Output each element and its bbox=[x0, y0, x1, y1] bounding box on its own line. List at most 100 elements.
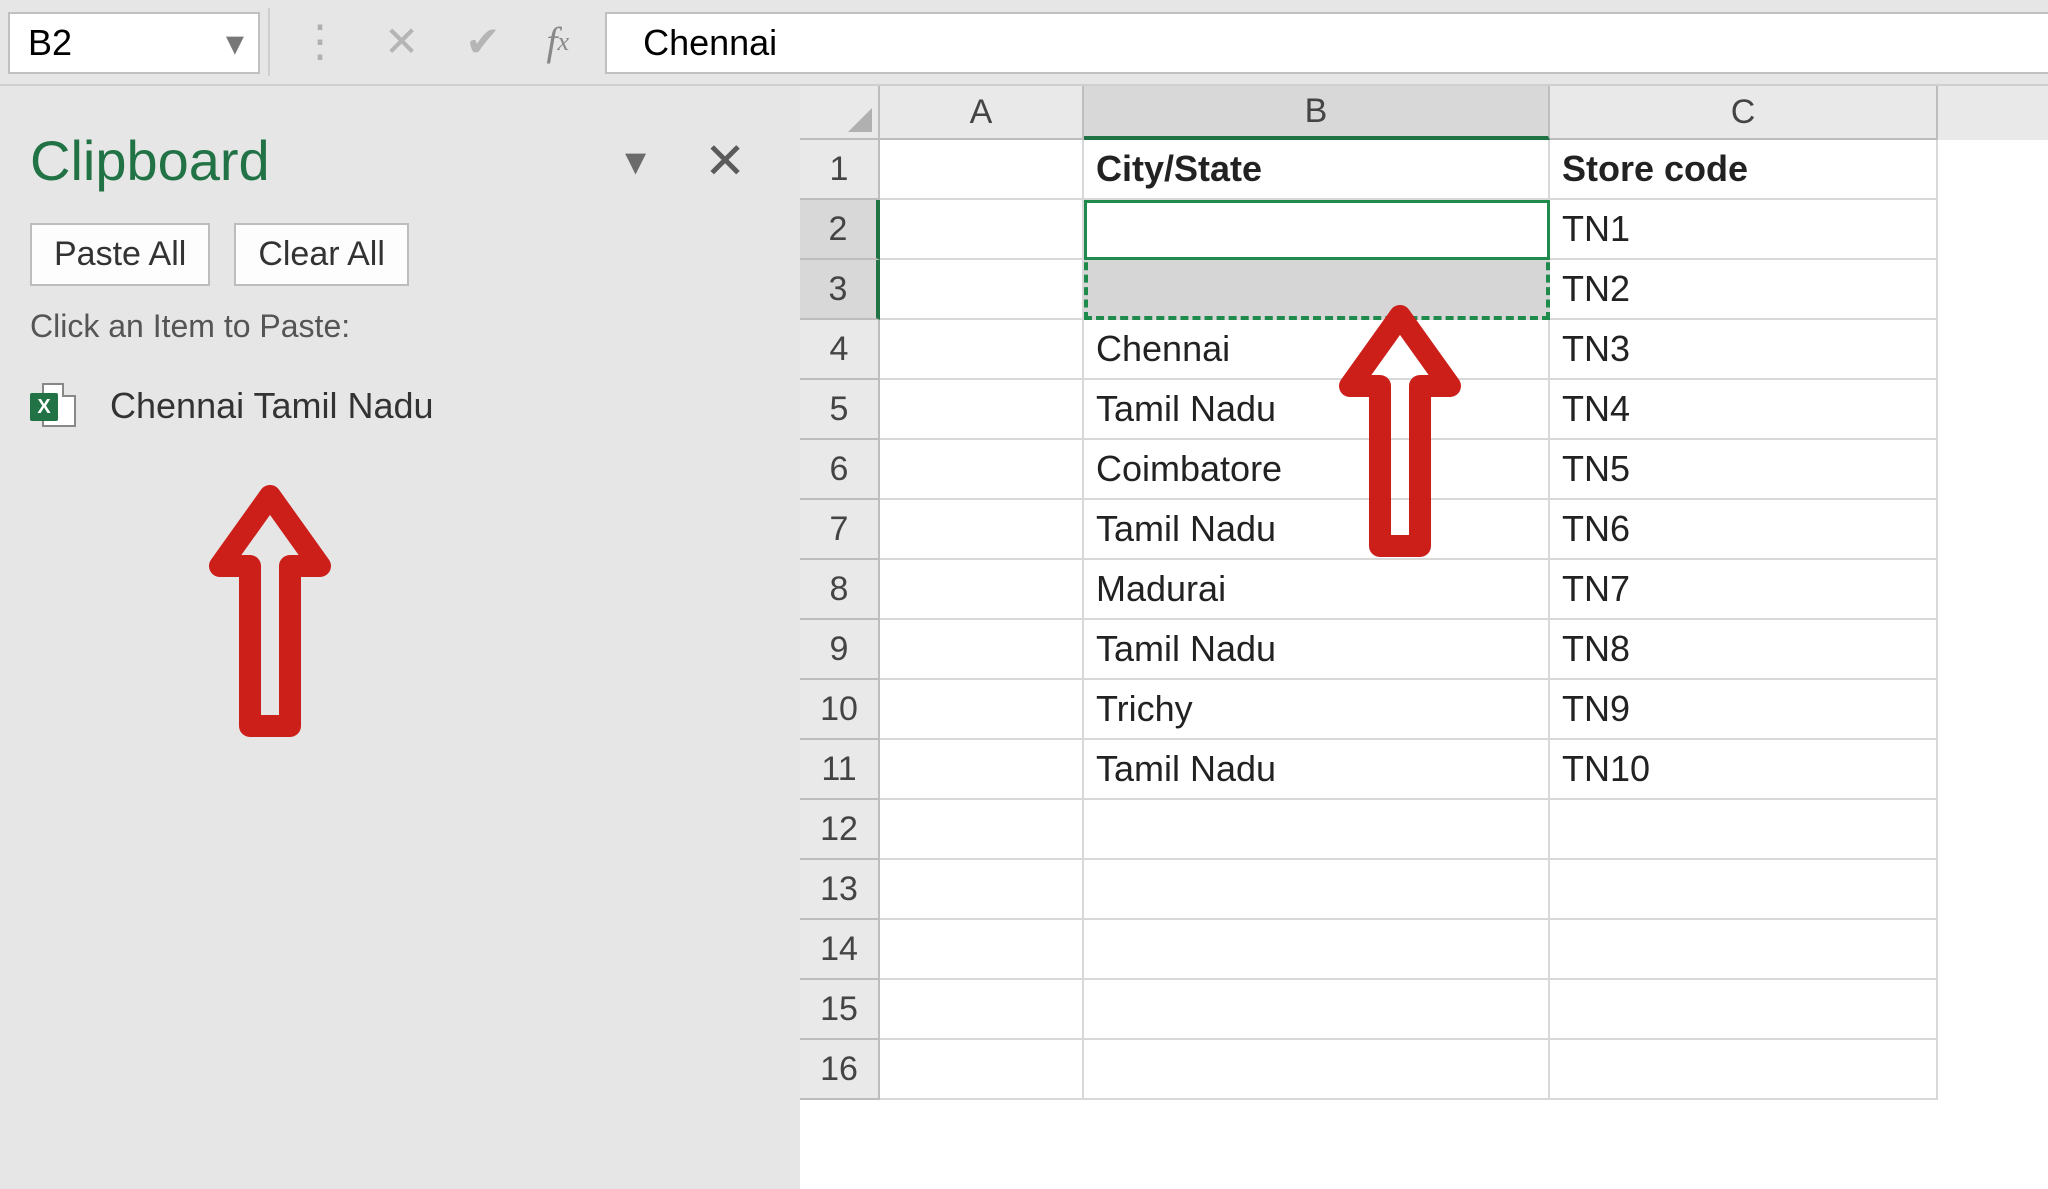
row-header[interactable]: 6 bbox=[800, 440, 880, 500]
cell-B3[interactable]: Tamil Nadu bbox=[1084, 260, 1550, 320]
cell-A12[interactable] bbox=[880, 800, 1084, 860]
cell-B4[interactable]: Chennai bbox=[1084, 320, 1550, 380]
cell-B9[interactable]: Tamil Nadu bbox=[1084, 620, 1550, 680]
cell-B7[interactable]: Tamil Nadu bbox=[1084, 500, 1550, 560]
clipboard-buttons: Paste All Clear All bbox=[30, 223, 770, 286]
row-header[interactable]: 8 bbox=[800, 560, 880, 620]
column-header-C[interactable]: C bbox=[1550, 86, 1938, 140]
grid-row: 14 bbox=[800, 920, 2048, 980]
row-header[interactable]: 13 bbox=[800, 860, 880, 920]
clipboard-item-text: Chennai Tamil Nadu bbox=[110, 385, 434, 427]
cell-A14[interactable] bbox=[880, 920, 1084, 980]
row-header[interactable]: 1 bbox=[800, 140, 880, 200]
cell-B2[interactable]: Chennai bbox=[1084, 200, 1550, 260]
more-icon[interactable]: ⋮ bbox=[298, 20, 338, 64]
clear-all-button[interactable]: Clear All bbox=[234, 223, 409, 286]
cell-C13[interactable] bbox=[1550, 860, 1938, 920]
clipboard-item[interactable]: X Chennai Tamil Nadu bbox=[30, 379, 770, 433]
column-header-A[interactable]: A bbox=[880, 86, 1084, 140]
paste-all-button[interactable]: Paste All bbox=[30, 223, 210, 286]
cell-B14[interactable] bbox=[1084, 920, 1550, 980]
cell-A1[interactable] bbox=[880, 140, 1084, 200]
cell-C16[interactable] bbox=[1550, 1040, 1938, 1100]
cell-C11[interactable]: TN10 bbox=[1550, 740, 1938, 800]
cell-A15[interactable] bbox=[880, 980, 1084, 1040]
cell-C3[interactable]: TN2 bbox=[1550, 260, 1938, 320]
grid-row: 8 MaduraiTN7 bbox=[800, 560, 2048, 620]
row-header[interactable]: 16 bbox=[800, 1040, 880, 1100]
column-header-row: A B C bbox=[800, 86, 2048, 140]
cell-C9[interactable]: TN8 bbox=[1550, 620, 1938, 680]
cell-C6[interactable]: TN5 bbox=[1550, 440, 1938, 500]
enter-icon[interactable]: ✔ bbox=[465, 21, 500, 63]
row-header[interactable]: 9 bbox=[800, 620, 880, 680]
column-header-B[interactable]: B bbox=[1084, 86, 1550, 140]
grid-row: 6 CoimbatoreTN5 bbox=[800, 440, 2048, 500]
select-all-corner[interactable] bbox=[800, 86, 880, 140]
formula-bar: B2 ▾ ⋮ ✕ ✔ fx Chennai bbox=[0, 0, 2048, 86]
cell-B13[interactable] bbox=[1084, 860, 1550, 920]
cell-A2[interactable] bbox=[880, 200, 1084, 260]
cell-B11[interactable]: Tamil Nadu bbox=[1084, 740, 1550, 800]
chevron-down-icon[interactable]: ▾ bbox=[625, 136, 646, 185]
row-header[interactable]: 2 bbox=[800, 200, 880, 260]
cell-C15[interactable] bbox=[1550, 980, 1938, 1040]
row-header[interactable]: 14 bbox=[800, 920, 880, 980]
cell-A11[interactable] bbox=[880, 740, 1084, 800]
cell-A4[interactable] bbox=[880, 320, 1084, 380]
row-header[interactable]: 4 bbox=[800, 320, 880, 380]
spreadsheet[interactable]: A B C 1 City/StateStore code 2 ChennaiTN1 3 T… bbox=[800, 86, 2048, 1189]
row-header[interactable]: 11 bbox=[800, 740, 880, 800]
grid-row: 4 ChennaiTN3 bbox=[800, 320, 2048, 380]
cell-A9[interactable] bbox=[880, 620, 1084, 680]
chevron-down-icon[interactable]: ▾ bbox=[226, 22, 244, 64]
row-header[interactable]: 3 bbox=[800, 260, 880, 320]
row-header[interactable]: 15 bbox=[800, 980, 880, 1040]
cell-C4[interactable]: TN3 bbox=[1550, 320, 1938, 380]
close-icon[interactable]: ✕ bbox=[704, 132, 746, 190]
cell-A16[interactable] bbox=[880, 1040, 1084, 1100]
cell-C7[interactable]: TN6 bbox=[1550, 500, 1938, 560]
formula-input[interactable]: Chennai bbox=[605, 12, 2048, 74]
clipboard-controls: ▾ ✕ bbox=[625, 132, 770, 190]
cell-A3[interactable] bbox=[880, 260, 1084, 320]
excel-icon: X bbox=[30, 383, 76, 429]
cell-B1[interactable]: City/State bbox=[1084, 140, 1550, 200]
cell-C5[interactable]: TN4 bbox=[1550, 380, 1938, 440]
cell-C14[interactable] bbox=[1550, 920, 1938, 980]
cell-B5[interactable]: Tamil Nadu bbox=[1084, 380, 1550, 440]
cell-B6[interactable]: Coimbatore bbox=[1084, 440, 1550, 500]
grid-row: 5 Tamil NaduTN4 bbox=[800, 380, 2048, 440]
cell-A8[interactable] bbox=[880, 560, 1084, 620]
cell-B16[interactable] bbox=[1084, 1040, 1550, 1100]
row-header[interactable]: 10 bbox=[800, 680, 880, 740]
cell-A10[interactable] bbox=[880, 680, 1084, 740]
cell-C1[interactable]: Store code bbox=[1550, 140, 1938, 200]
grid-row: 9 Tamil NaduTN8 bbox=[800, 620, 2048, 680]
name-box-container: B2 ▾ bbox=[0, 0, 268, 84]
grid-row: 10 TrichyTN9 bbox=[800, 680, 2048, 740]
cancel-icon[interactable]: ✕ bbox=[384, 21, 419, 63]
cell-A5[interactable] bbox=[880, 380, 1084, 440]
cell-C2[interactable]: TN1 bbox=[1550, 200, 1938, 260]
cell-B8[interactable]: Madurai bbox=[1084, 560, 1550, 620]
grid-row: 11 Tamil NaduTN10 bbox=[800, 740, 2048, 800]
main: Clipboard ▾ ✕ Paste All Clear All Click … bbox=[0, 86, 2048, 1189]
name-box-value: B2 bbox=[28, 22, 72, 64]
cell-C10[interactable]: TN9 bbox=[1550, 680, 1938, 740]
name-box[interactable]: B2 ▾ bbox=[8, 12, 260, 74]
cell-C12[interactable] bbox=[1550, 800, 1938, 860]
grid-row: 2 ChennaiTN1 bbox=[800, 200, 2048, 260]
row-header[interactable]: 5 bbox=[800, 380, 880, 440]
cell-A6[interactable] bbox=[880, 440, 1084, 500]
fx-icon[interactable]: fx bbox=[546, 22, 569, 62]
cell-B12[interactable] bbox=[1084, 800, 1550, 860]
cell-A13[interactable] bbox=[880, 860, 1084, 920]
cell-B10[interactable]: Trichy bbox=[1084, 680, 1550, 740]
row-header[interactable]: 7 bbox=[800, 500, 880, 560]
cell-B15[interactable] bbox=[1084, 980, 1550, 1040]
row-header[interactable]: 12 bbox=[800, 800, 880, 860]
cell-A7[interactable] bbox=[880, 500, 1084, 560]
cell-C8[interactable]: TN7 bbox=[1550, 560, 1938, 620]
grid-row: 1 City/StateStore code bbox=[800, 140, 2048, 200]
